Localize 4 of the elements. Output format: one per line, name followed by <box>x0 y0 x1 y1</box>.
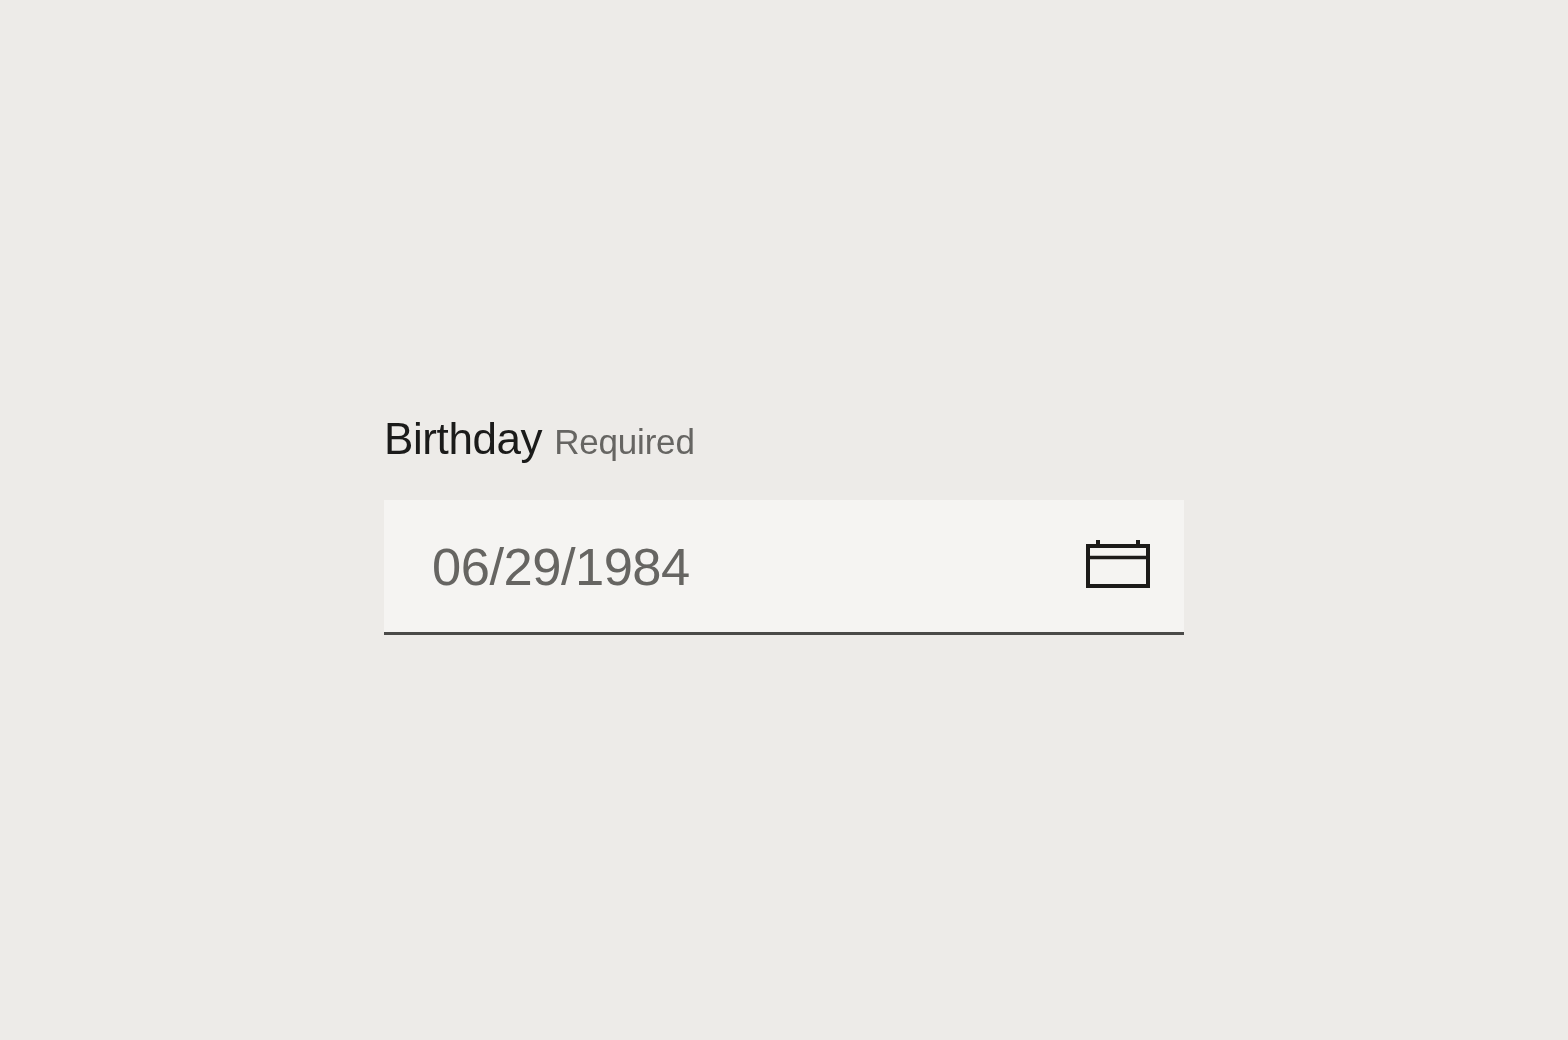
calendar-icon[interactable] <box>1086 540 1150 588</box>
required-note: Required <box>554 421 695 463</box>
date-field[interactable]: 06/29/1984 <box>384 500 1184 635</box>
field-label: Birthday <box>384 413 543 465</box>
